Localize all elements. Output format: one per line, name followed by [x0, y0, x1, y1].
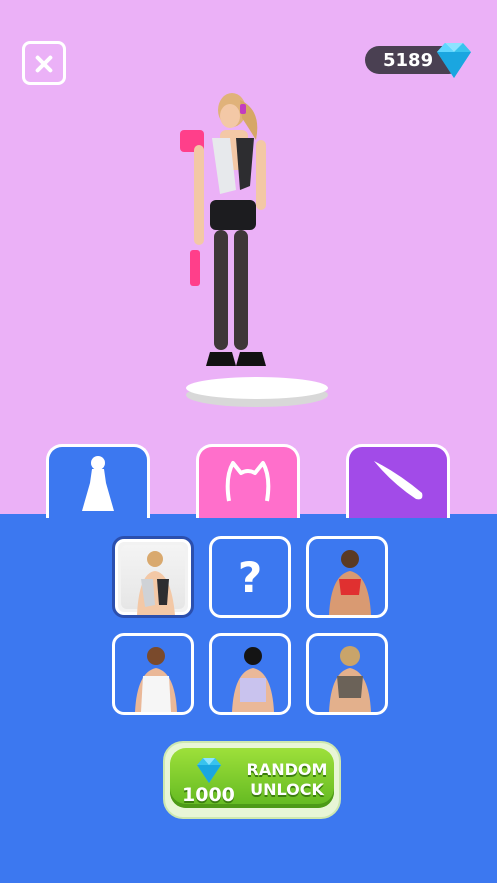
random-unlock-label: RANDOM UNLOCK — [242, 760, 332, 800]
random-unlock-face: 1000 RANDOM UNLOCK — [170, 748, 334, 808]
outfit-item-4[interactable] — [112, 633, 194, 715]
outfit-thumbnail — [218, 642, 282, 712]
outfit-item-3[interactable] — [306, 536, 388, 618]
gem-count: 5189 — [383, 50, 434, 71]
pedestal — [186, 377, 328, 407]
character-model — [180, 93, 266, 366]
random-unlock-price: 1000 — [182, 784, 235, 806]
outfit-item-5[interactable] — [209, 633, 291, 715]
mystery-label: ? — [237, 553, 263, 602]
random-unlock-line1: RANDOM — [246, 760, 328, 779]
cat-ears-headband-icon — [225, 461, 271, 502]
outfit-thumbnail — [121, 545, 185, 615]
hair-lock-icon — [374, 461, 423, 500]
tab-outfit[interactable] — [46, 444, 150, 518]
close-button[interactable] — [22, 41, 66, 85]
tab-accessory[interactable] — [196, 444, 300, 518]
outfit-item-1[interactable] — [112, 536, 194, 618]
outfit-item-6[interactable] — [306, 633, 388, 715]
tab-hair[interactable] — [346, 444, 450, 518]
random-unlock-button[interactable]: 1000 RANDOM UNLOCK — [163, 741, 341, 819]
random-unlock-line2: UNLOCK — [250, 780, 324, 799]
outfit-thumbnail — [315, 545, 379, 615]
diamond-icon — [437, 43, 471, 78]
diamond-icon — [197, 758, 221, 783]
dress-icon — [82, 456, 114, 511]
outfit-item-2-locked[interactable]: ? — [209, 536, 291, 618]
outfit-thumbnail — [121, 642, 185, 712]
outfit-thumbnail — [315, 642, 379, 712]
